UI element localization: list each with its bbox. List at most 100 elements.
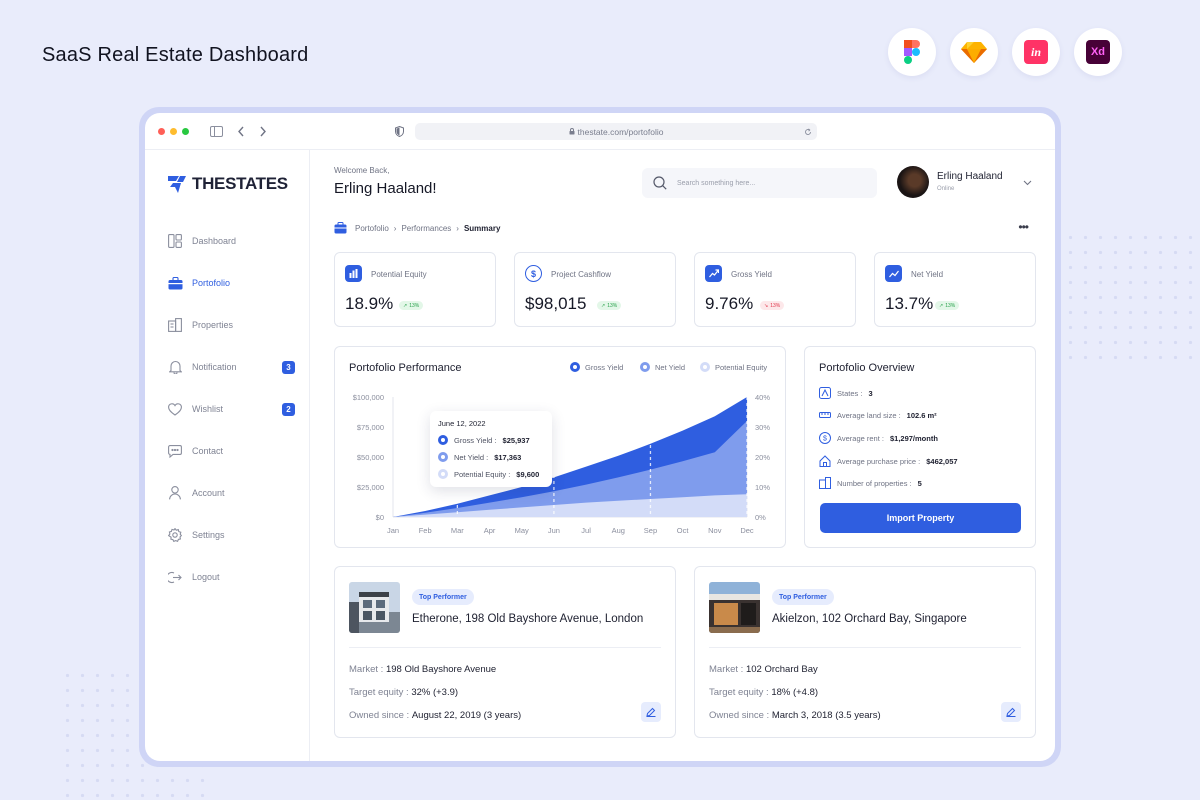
sidebar-item-label: Settings — [192, 530, 225, 540]
import-property-button[interactable]: Import Property — [820, 503, 1021, 533]
stat-value: 13.7% — [885, 294, 934, 313]
divider — [709, 647, 1021, 648]
maximize-window-button[interactable] — [182, 127, 189, 135]
page-title: SaaS Real Estate Dashboard — [42, 44, 309, 66]
sketch-icon — [950, 28, 998, 76]
edit-icon[interactable] — [1001, 702, 1021, 722]
sidebar-item-label: Wishlist — [192, 404, 223, 414]
trend-up-icon: ↗ — [403, 302, 408, 309]
row-value: 102 Orchard Bay — [745, 664, 818, 675]
reload-icon[interactable] — [804, 127, 812, 136]
overview-label: Average rent : — [837, 433, 884, 443]
stat-card-potential-equity: Potential Equity 18.9% ↗ 13% — [334, 252, 496, 327]
sidebar-nav: Dashboard Portofolio Properties Notifica… — [167, 220, 295, 598]
sidebar-item-label: Properties — [192, 320, 234, 330]
overview-label: Average purchase price : — [837, 456, 921, 466]
bar-chart-icon — [345, 265, 362, 282]
profile-name[interactable]: Erling Haaland — [937, 171, 1003, 182]
x-tick-label: Jul — [581, 526, 591, 535]
sidebar-item-properties[interactable]: Properties — [167, 304, 295, 346]
browser-window: thestate.com/portofolio THESTATES Dashbo… — [145, 113, 1055, 761]
url-bar[interactable]: thestate.com/portofolio — [415, 123, 817, 140]
overview-value: 102.6 m² — [906, 410, 937, 420]
chevron-down-icon[interactable] — [1023, 180, 1032, 186]
stat-change: 13% — [945, 302, 956, 309]
map-icon — [819, 387, 831, 399]
design-tools: in Xd — [888, 28, 1122, 76]
minimize-window-button[interactable] — [170, 127, 177, 135]
edit-icon[interactable] — [641, 702, 661, 722]
property-title[interactable]: Etherone, 198 Old Bayshore Avenue, Londo… — [412, 613, 643, 625]
y2-tick-label: 0% — [755, 513, 766, 522]
search-box[interactable]: Search something here... — [642, 168, 877, 198]
building-icon — [819, 477, 831, 489]
row-value: 18% (+4.8) — [771, 687, 819, 698]
sidebar-item-account[interactable]: Account — [167, 472, 295, 514]
back-icon[interactable] — [237, 126, 245, 137]
browser-frame: thestate.com/portofolio THESTATES Dashbo… — [139, 107, 1061, 767]
tooltip-row: Gross Yield : $25,937 — [438, 435, 544, 445]
performance-chart-card: Portofolio Performance Gross Yield Net Y… — [334, 346, 786, 548]
sidebar-item-portofolio[interactable]: Portofolio — [167, 262, 295, 304]
y-tick-label: $100,000 — [353, 393, 384, 402]
tooltip-value: $25,937 — [502, 435, 530, 445]
dollar-icon: $ — [819, 432, 831, 444]
xd-icon: Xd — [1074, 28, 1122, 76]
sidebar-toggle-icon[interactable] — [210, 125, 223, 137]
row-label: Owned since : — [349, 710, 410, 721]
property-market: Market : 102 Orchard Bay — [709, 664, 818, 675]
profile-status: Online — [937, 186, 955, 192]
main-content: Welcome Back, Erling Haaland! Search som… — [311, 150, 1055, 761]
property-photo — [709, 582, 760, 633]
property-card[interactable]: Top Performer Etherone, 198 Old Bayshore… — [334, 566, 676, 738]
sidebar-item-contact[interactable]: Contact — [167, 430, 295, 472]
sidebar-item-notification[interactable]: Notification 3 — [167, 346, 295, 388]
gear-icon — [167, 527, 183, 543]
overview-row-properties: Number of properties : 5 — [819, 477, 922, 489]
tooltip-row: Potential Equity : $9,600 — [438, 469, 544, 479]
bell-icon — [167, 359, 183, 375]
stat-change: 13% — [409, 302, 420, 309]
overview-row-purchase-price: Average purchase price : $462,057 — [819, 455, 958, 467]
breadcrumb-performances[interactable]: Performances — [401, 224, 451, 233]
x-tick-label: May — [515, 526, 529, 535]
row-label: Target equity : — [709, 687, 769, 698]
property-card[interactable]: Top Performer Akielzon, 102 Orchard Bay,… — [694, 566, 1036, 738]
top-performer-tag: Top Performer — [412, 589, 474, 605]
cashflow-icon: $ — [525, 265, 542, 282]
stat-label: Potential Equity — [371, 270, 427, 279]
forward-icon[interactable] — [259, 126, 267, 137]
app-logo[interactable]: THESTATES — [167, 174, 288, 194]
property-title[interactable]: Akielzon, 102 Orchard Bay, Singapore — [772, 613, 967, 625]
y2-tick-label: 40% — [755, 393, 770, 402]
overview-value: 3 — [868, 388, 873, 398]
breadcrumb-separator: › — [393, 223, 397, 233]
sidebar-item-settings[interactable]: Settings — [167, 514, 295, 556]
search-input[interactable]: Search something here... — [677, 180, 755, 187]
overview-label: Number of properties : — [837, 478, 912, 488]
close-window-button[interactable] — [158, 127, 165, 135]
sidebar-item-logout[interactable]: Logout — [167, 556, 295, 598]
tooltip-label: Gross Yield : — [454, 435, 497, 445]
privacy-shield-icon[interactable] — [395, 126, 404, 137]
welcome-text: Welcome Back, — [334, 166, 390, 175]
sidebar-item-dashboard[interactable]: Dashboard — [167, 220, 295, 262]
property-photo — [349, 582, 400, 633]
sidebar-item-wishlist[interactable]: Wishlist 2 — [167, 388, 295, 430]
breadcrumb-separator: › — [456, 223, 459, 233]
browser-toolbar: thestate.com/portofolio — [145, 113, 1055, 150]
avatar[interactable] — [897, 166, 929, 198]
wishlist-count-badge: 2 — [282, 402, 295, 416]
x-tick-label: Aug — [612, 526, 625, 535]
row-label: Owned since : — [709, 710, 770, 721]
trend-up-icon: ↗ — [601, 302, 606, 309]
more-options-icon[interactable]: ••• — [1018, 220, 1029, 234]
stat-value: $98,015 — [525, 294, 587, 313]
sidebar-item-label: Dashboard — [192, 236, 237, 246]
overview-label: States : — [837, 388, 863, 398]
overview-value: $1,297/month — [889, 433, 938, 443]
breadcrumb-portofolio[interactable]: Portofolio — [355, 224, 389, 233]
home-icon — [819, 455, 831, 467]
x-tick-label: Nov — [708, 526, 722, 535]
property-target-equity: Target equity : 32% (+3.9) — [349, 687, 458, 698]
